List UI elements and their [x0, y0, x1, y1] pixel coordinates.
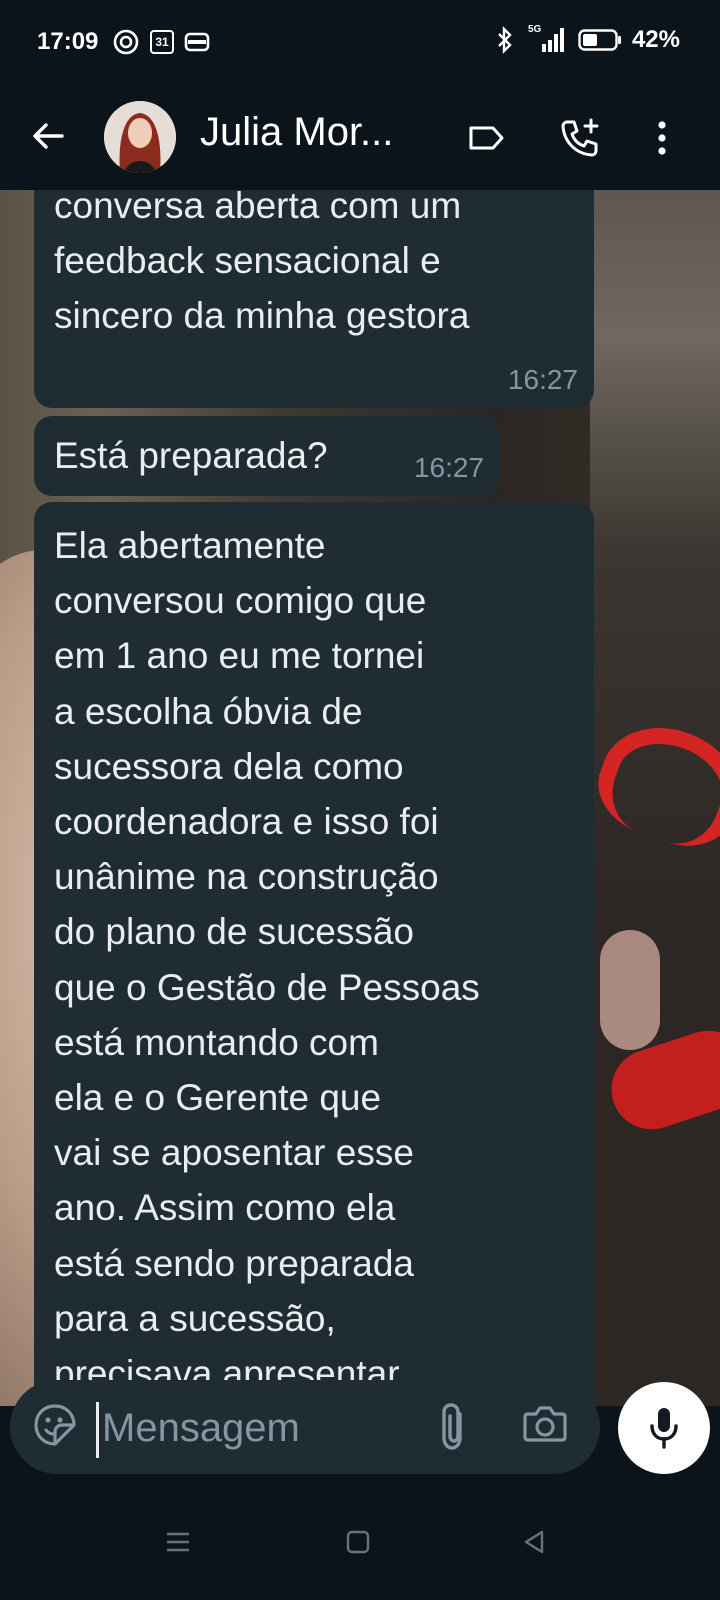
message-input[interactable]: [102, 1398, 422, 1458]
signal-icon: 5G: [524, 24, 568, 54]
microphone-icon: [650, 1408, 678, 1449]
attach-button[interactable]: [434, 1402, 484, 1452]
back-nav-button[interactable]: [514, 1522, 554, 1562]
message-text: Ela abertamente conversou comigo que em …: [54, 525, 480, 1395]
threads-icon: [113, 29, 139, 55]
contact-avatar[interactable]: [104, 101, 176, 173]
menu-button[interactable]: [638, 114, 686, 162]
home-button[interactable]: [338, 1522, 378, 1562]
status-bar: 17:09 31 5G 42%: [0, 0, 720, 86]
triangle-back-icon: [524, 1530, 544, 1554]
message-bubble[interactable]: Ela abertamente conversou comigo que em …: [34, 502, 594, 1406]
more-vertical-icon: [658, 121, 666, 155]
label-tag-icon: [469, 126, 504, 150]
sticker-smile-icon: [34, 1404, 76, 1446]
message-input-container[interactable]: [10, 1380, 600, 1474]
system-navigation-bar: [0, 1490, 720, 1600]
camera-icon: [523, 1406, 567, 1442]
composer-bar: [0, 1370, 720, 1485]
avatar-photo: [104, 101, 176, 173]
battery-percent: 42%: [631, 26, 680, 53]
voice-message-button[interactable]: [618, 1382, 710, 1474]
recent-apps-button[interactable]: [158, 1522, 198, 1562]
square-icon: [346, 1530, 370, 1554]
menu-lines-icon: [167, 1532, 189, 1552]
add-call-button[interactable]: [556, 114, 604, 162]
chat-header: Julia Mor...: [0, 86, 720, 190]
status-notification-icons: 31: [112, 28, 210, 56]
wallpaper-detail: [600, 930, 660, 1050]
bluetooth-icon: [498, 26, 512, 54]
emoji-button[interactable]: [32, 1402, 82, 1452]
back-button[interactable]: [28, 116, 68, 156]
status-time: 17:09: [37, 28, 99, 55]
chat-area[interactable]: conversa aberta com um feedback sensacio…: [0, 190, 720, 1406]
message-bubble[interactable]: Está preparada? 16:27: [34, 416, 500, 496]
arrow-left-icon: [33, 123, 64, 149]
contact-name[interactable]: Julia Mor...: [200, 110, 440, 155]
network-type: 5G: [527, 24, 542, 35]
wallet-icon: [184, 32, 210, 52]
message-bubble[interactable]: conversa aberta com um feedback sensacio…: [34, 190, 594, 408]
phone-plus-icon: [561, 118, 599, 157]
message-time: 16:27: [507, 364, 578, 395]
message-time: 16:27: [413, 452, 484, 483]
camera-button[interactable]: [522, 1402, 572, 1452]
message-text: conversa aberta com um feedback sensacio…: [54, 190, 470, 336]
battery-icon: [578, 29, 621, 51]
message-text: Está preparada?: [54, 435, 328, 476]
calendar-icon: 31: [150, 30, 174, 54]
status-system-icons: 5G 42%: [496, 24, 680, 54]
text-cursor: [96, 1402, 99, 1458]
paperclip-icon: [442, 1403, 462, 1450]
label-button[interactable]: [462, 114, 510, 162]
